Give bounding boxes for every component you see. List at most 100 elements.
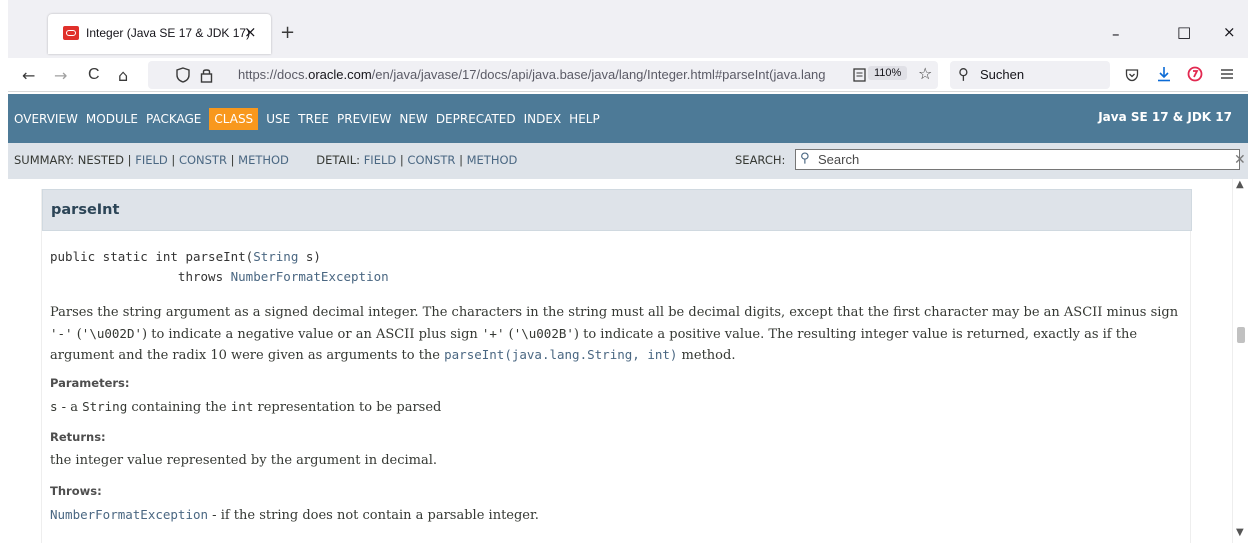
nav-package[interactable]: PACKAGE (146, 110, 201, 128)
string-type-link[interactable]: String (253, 249, 298, 264)
page-scrollbar[interactable]: ▲ ▼ (1232, 179, 1248, 543)
param-name: s (50, 399, 58, 414)
separator: | (459, 153, 463, 167)
summary-method-link[interactable]: METHOD (238, 153, 289, 167)
nav-use[interactable]: USE (266, 110, 290, 128)
nav-index[interactable]: INDEX (524, 110, 562, 128)
returns-label: Returns: (50, 430, 106, 444)
nav-tree[interactable]: TREE (298, 110, 329, 128)
minimize-button[interactable]: – (1112, 25, 1120, 43)
desc-code: '+' (481, 325, 505, 341)
throws-text: - if the string does not contain a parsa… (208, 508, 539, 523)
sig-text: public static int parseInt( (50, 249, 254, 264)
tab-strip: Integer (Java SE 17 & JDK 17) × + – □ × (8, 0, 1248, 58)
maximize-button[interactable]: □ (1177, 23, 1191, 41)
method-name: parseInt (51, 202, 120, 218)
bookmark-star-icon[interactable]: ☆ (918, 64, 932, 83)
magnifier-icon: ⚲ (800, 151, 810, 166)
exception-type-link[interactable]: NumberFormatException (231, 269, 389, 284)
member-heading: parseInt (42, 189, 1192, 231)
summary-field-link[interactable]: FIELD (135, 153, 168, 167)
scroll-thumb[interactable] (1237, 327, 1245, 343)
reader-icon[interactable] (853, 68, 866, 82)
shield-icon[interactable] (176, 67, 190, 83)
summary-label: SUMMARY: NESTED | (14, 153, 132, 167)
web-search-placeholder: Suchen (980, 67, 1025, 82)
lock-icon[interactable] (200, 67, 213, 83)
returns-description: the integer value represented by the arg… (50, 453, 438, 468)
desc-text: ( (72, 326, 82, 342)
parseint-radix-link[interactable]: parseInt(java.lang.String, int) (444, 347, 677, 362)
sig-text: s) (298, 249, 321, 264)
search-placeholder: Search (818, 152, 860, 167)
tab-title: Integer (Java SE 17 & JDK 17) (86, 26, 251, 40)
oracle-favicon-icon (63, 26, 79, 40)
tab-integer[interactable]: Integer (Java SE 17 & JDK 17) × (48, 14, 271, 54)
desc-code: '\u002B' (513, 325, 574, 341)
detail-label: DETAIL: (316, 153, 361, 167)
throws-label: Throws: (50, 484, 102, 498)
download-icon[interactable] (1157, 66, 1171, 82)
javadoc-sub-nav: SUMMARY: NESTED | FIELD | CONSTR | METHO… (8, 143, 1248, 179)
detail-constr-link[interactable]: CONSTR (407, 153, 455, 167)
nav-help[interactable]: HELP (569, 110, 600, 128)
param-text: containing the (127, 400, 231, 415)
separator: | (399, 153, 404, 167)
navigation-toolbar: ← → C ⌂ https://docs.oracle.com/en/java/… (8, 58, 1248, 92)
detail-field-link[interactable]: FIELD (364, 153, 397, 167)
summary-constr-link[interactable]: CONSTR (179, 153, 227, 167)
web-search-field[interactable]: ⚲ Suchen (950, 61, 1110, 89)
extension-icon[interactable] (1187, 66, 1203, 82)
desc-text: ( (504, 326, 514, 342)
member-summary-links: SUMMARY: NESTED | FIELD | CONSTR | METHO… (14, 153, 517, 167)
parameter-description: s - a String containing the int represen… (50, 399, 441, 415)
param-text: representation to be parsed (253, 400, 442, 415)
parameters-label: Parameters: (50, 376, 130, 390)
desc-text: ) to indicate a negative value or an ASC… (142, 326, 482, 342)
param-text: - a (57, 400, 83, 415)
tab-close-icon[interactable]: × (244, 23, 257, 41)
new-tab-button[interactable]: + (280, 22, 295, 43)
desc-code: '-' (50, 325, 73, 341)
back-button[interactable]: ← (22, 66, 35, 85)
nav-deprecated[interactable]: DEPRECATED (436, 110, 516, 128)
javadoc-nav-links: OVERVIEW MODULE PACKAGE CLASS USE TREE P… (14, 108, 600, 130)
search-label: SEARCH: (735, 153, 786, 167)
url-bar[interactable]: https://docs.oracle.com/en/java/javase/1… (148, 61, 938, 89)
desktop-edge (0, 0, 8, 543)
method-description: Parses the string argument as a signed d… (50, 303, 1180, 367)
zoom-level-badge[interactable]: 110% (868, 66, 908, 80)
reset-search-icon[interactable]: ✕ (1234, 152, 1246, 168)
window-close-button[interactable]: × (1223, 23, 1236, 41)
detail-method-link[interactable]: METHOD (467, 153, 518, 167)
url-text[interactable]: https://docs.oracle.com/en/java/javase/1… (238, 67, 850, 82)
param-type: String (82, 399, 128, 414)
scroll-up-icon[interactable]: ▲ (1236, 179, 1244, 190)
browser-window: Integer (Java SE 17 & JDK 17) × + – □ × … (8, 0, 1248, 543)
separator: | (230, 153, 235, 167)
throws-exception-link[interactable]: NumberFormatException (50, 507, 208, 522)
search-icon: ⚲ (958, 65, 969, 83)
javadoc-search-input[interactable]: ⚲ Search (795, 149, 1240, 170)
forward-button[interactable]: → (54, 66, 67, 85)
param-code: int (230, 399, 254, 414)
method-detail-parseint: parseInt public static int parseInt(Stri… (41, 189, 1192, 543)
reload-button[interactable]: C (88, 66, 100, 84)
pocket-icon[interactable] (1125, 68, 1139, 82)
nav-overview[interactable]: OVERVIEW (14, 110, 78, 128)
method-signature: public static int parseInt(String s) thr… (50, 247, 389, 287)
nav-preview[interactable]: PREVIEW (337, 110, 391, 128)
nav-class-active: CLASS (209, 108, 259, 130)
throws-description: NumberFormatException - if the string do… (50, 507, 539, 523)
menu-icon[interactable] (1220, 68, 1234, 80)
home-button[interactable]: ⌂ (118, 66, 128, 85)
nav-module[interactable]: MODULE (86, 110, 138, 128)
javadoc-top-nav: OVERVIEW MODULE PACKAGE CLASS USE TREE P… (8, 94, 1248, 143)
main-content: parseInt public static int parseInt(Stri… (8, 179, 1232, 543)
separator: | (171, 153, 176, 167)
sig-text: throws (50, 269, 231, 284)
desc-text: Parses the string argument as a signed d… (50, 305, 1179, 320)
scroll-down-icon[interactable]: ▼ (1236, 527, 1244, 538)
nav-new[interactable]: NEW (399, 110, 427, 128)
desc-code: '\u002D' (81, 325, 143, 341)
